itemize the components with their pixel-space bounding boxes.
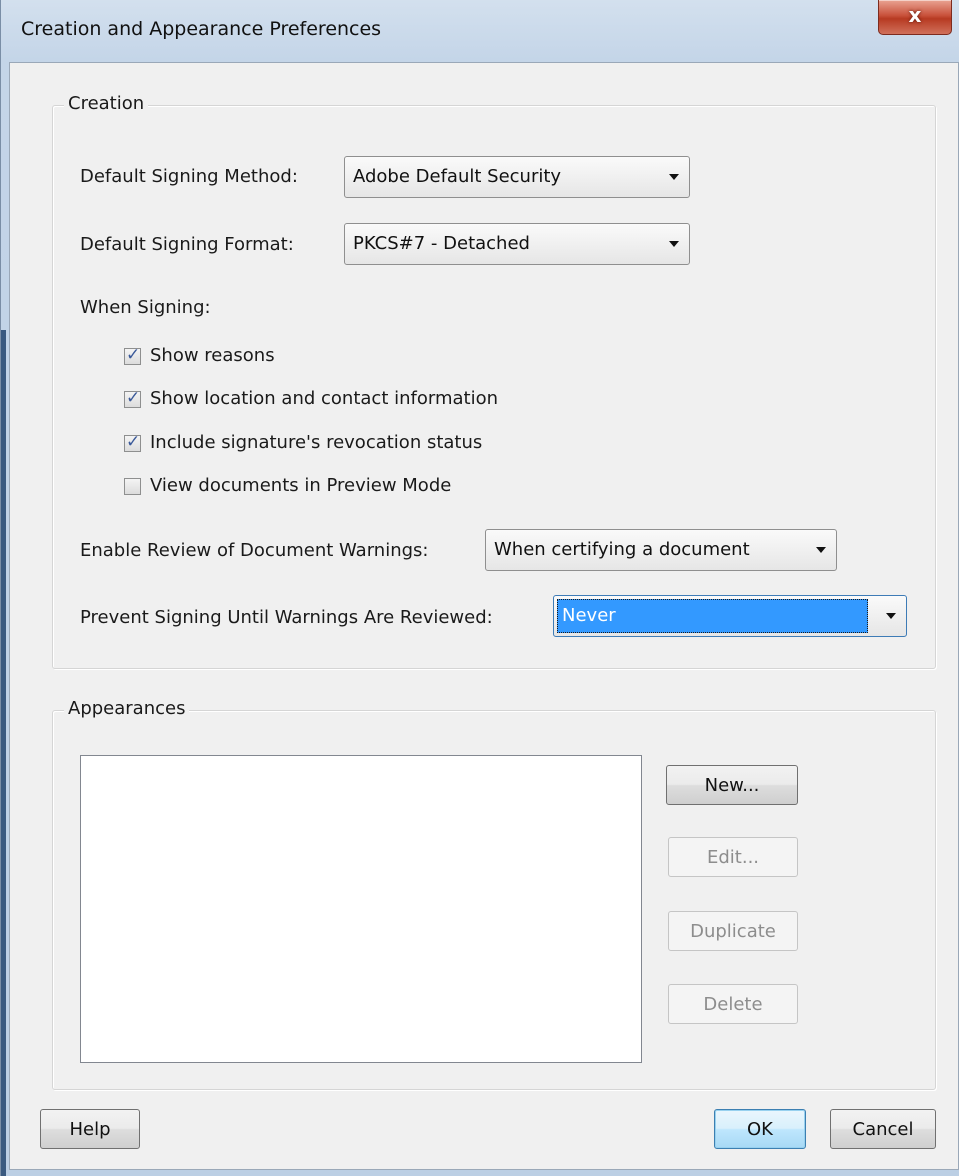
checkbox-label: Show reasons [150,345,275,366]
appearances-group-label: Appearances [64,698,190,719]
checkmark-icon: ✓ [126,432,141,452]
dialog-title: Creation and Appearance Preferences [21,18,382,40]
signing-format-select[interactable]: PKCS#7 - Detached [344,223,690,265]
dialog-body: Creation Default Signing Method: Adobe D… [9,62,959,1170]
duplicate-appearance-button[interactable]: Duplicate [668,911,798,951]
prevent-signing-label: Prevent Signing Until Warnings Are Revie… [80,607,493,628]
checkbox[interactable]: ✓ [124,345,141,365]
signing-method-select[interactable]: Adobe Default Security [344,156,690,198]
review-warnings-label: Enable Review of Document Warnings: [80,540,429,561]
chevron-down-icon [669,241,679,247]
prevent-signing-value: Never [562,605,616,626]
checkbox-revocation-status[interactable]: ✓ Include signature's revocation status [124,432,584,458]
checkbox[interactable]: ✓ [124,388,141,408]
close-button[interactable]: x [878,0,952,35]
checkbox-label: Include signature's revocation status [150,432,483,453]
checkbox[interactable] [124,478,141,495]
edit-appearance-button[interactable]: Edit... [668,837,798,877]
checkbox-label: View documents in Preview Mode [150,475,452,496]
delete-appearance-button[interactable]: Delete [668,984,798,1024]
checkmark-icon: ✓ [126,388,141,408]
close-icon: x [908,3,922,27]
signing-method-value: Adobe Default Security [353,166,562,187]
checkbox-preview-mode[interactable]: View documents in Preview Mode [124,475,584,501]
checkbox-label: Show location and contact information [150,388,498,409]
cancel-button[interactable]: Cancel [830,1109,936,1149]
checkbox-show-reasons[interactable]: ✓ Show reasons [124,345,424,371]
window-edge [1,330,6,1176]
checkbox-show-location[interactable]: ✓ Show location and contact information [124,388,584,414]
chevron-down-icon [886,613,896,619]
when-signing-label: When Signing: [80,297,211,318]
checkbox[interactable]: ✓ [124,432,141,452]
prevent-signing-select[interactable]: Never [553,595,907,637]
checkmark-icon: ✓ [126,345,141,365]
signing-method-label: Default Signing Method: [80,166,298,187]
chevron-down-icon [669,174,679,180]
review-warnings-value: When certifying a document [494,539,750,560]
creation-group-label: Creation [64,93,149,114]
review-warnings-select[interactable]: When certifying a document [485,529,837,571]
chevron-down-icon [816,547,826,553]
appearances-list[interactable] [80,755,642,1063]
new-appearance-button[interactable]: New... [666,765,798,805]
signing-format-label: Default Signing Format: [80,234,294,255]
title-bar[interactable]: Creation and Appearance Preferences x [1,0,959,62]
dialog-window: Creation and Appearance Preferences x Cr… [0,0,959,1176]
help-button[interactable]: Help [40,1109,140,1149]
signing-format-value: PKCS#7 - Detached [353,233,530,254]
ok-button[interactable]: OK [714,1109,806,1149]
